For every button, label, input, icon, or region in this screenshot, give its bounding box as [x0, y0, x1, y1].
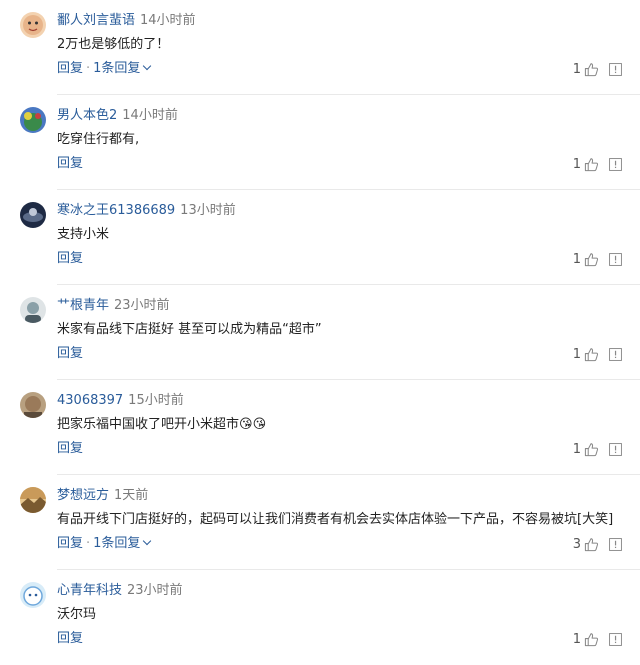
timestamp: 14小时前 [122, 108, 178, 123]
comment-header: 男人本色2 14小时前 [57, 107, 178, 125]
thumbs-up-icon[interactable] [584, 252, 599, 267]
comment-text: 2万也是够低的了！ [57, 37, 170, 52]
username[interactable]: 鄱人刘言蜚语 [57, 13, 135, 28]
report-icon[interactable] [609, 157, 622, 171]
like-count: 1 [572, 346, 581, 362]
comment-header: 心青年科技 23小时前 [57, 582, 183, 600]
report-icon[interactable] [609, 62, 622, 76]
avatar[interactable] [20, 392, 46, 418]
report-icon[interactable] [609, 632, 622, 646]
comment-tools: 1 [573, 250, 622, 268]
report-icon[interactable] [609, 252, 622, 266]
username[interactable]: 男人本色2 [57, 108, 117, 123]
username[interactable]: 43068397 [57, 393, 123, 408]
emoji-kiss: 😘😘 [239, 417, 267, 432]
chevron-down-icon [143, 536, 152, 546]
comment-tools: 1 [573, 155, 622, 173]
username[interactable]: 梦想远方 [57, 488, 109, 503]
comment-text: 吃穿住行都有, [57, 132, 140, 147]
comment-actions: 回复 [57, 250, 83, 268]
comment-text: 沃尔玛 [57, 607, 97, 622]
comment-text: 把家乐福中国收了吧开小米超市 [57, 417, 240, 432]
comment-actions: 回复 [57, 630, 83, 648]
comment-list: 鄱人刘言蜚语 14小时前 2万也是够低的了！ 回复 · 1条回复 1 男人本色2 14小… [0, 0, 640, 657]
timestamp: 23小时前 [127, 583, 183, 598]
username[interactable]: 艹根青年 [57, 298, 109, 313]
reply-button[interactable]: 回复 [57, 61, 83, 76]
comment-item: 寒冰之王61386689 13小时前 支持小米 回复 1 [0, 190, 640, 285]
reply-button[interactable]: 回复 [57, 346, 83, 361]
comment-tools: 1 [573, 440, 622, 458]
comment-tools: 1 [573, 630, 622, 648]
thumbs-up-icon[interactable] [584, 157, 599, 172]
username[interactable]: 寒冰之王61386689 [57, 203, 175, 218]
comment-item: 心青年科技 23小时前 沃尔玛 回复 1 [0, 570, 640, 665]
avatar[interactable] [20, 582, 46, 608]
replies-count-label: 1条回复 [93, 536, 141, 551]
like-count: 1 [572, 251, 581, 267]
like-count: 1 [572, 156, 581, 172]
avatar[interactable] [20, 202, 46, 228]
comment-item: 艹根青年 23小时前 米家有品线下店挺好 甚至可以成为精品“超市” 回复 1 [0, 285, 640, 380]
comment-text: 米家有品线下店挺好 甚至可以成为精品“超市” [57, 322, 322, 337]
report-icon[interactable] [609, 442, 622, 456]
like-count: 1 [572, 631, 581, 647]
thumbs-up-icon[interactable] [584, 347, 599, 362]
separator-dot: · [86, 536, 91, 551]
comment-text-row: 把家乐福中国收了吧开小米超市😘😘 [57, 415, 266, 435]
comment-actions: 回复 · 1条回复 [57, 535, 152, 553]
timestamp: 15小时前 [128, 393, 184, 408]
comment-header: 43068397 15小时前 [57, 392, 184, 410]
comment-header: 艹根青年 23小时前 [57, 297, 170, 315]
timestamp: 13小时前 [180, 203, 236, 218]
thumbs-up-icon[interactable] [584, 537, 599, 552]
thumbs-up-icon[interactable] [584, 442, 599, 457]
thumbs-up-icon[interactable] [584, 632, 599, 647]
username[interactable]: 心青年科技 [57, 583, 122, 598]
comment-header: 梦想远方 1天前 [57, 487, 148, 505]
replies-count-label: 1条回复 [93, 61, 141, 76]
comment-tools: 1 [573, 345, 622, 363]
reply-button[interactable]: 回复 [57, 631, 83, 646]
like-count: 1 [572, 61, 581, 77]
avatar[interactable] [20, 107, 46, 133]
comment-text: 支持小米 [57, 227, 110, 242]
avatar[interactable] [20, 487, 46, 513]
avatar[interactable] [20, 297, 46, 323]
comment-actions: 回复 [57, 440, 83, 458]
timestamp: 1天前 [114, 488, 149, 503]
separator-dot: · [86, 61, 91, 76]
like-count: 3 [572, 536, 581, 552]
like-count: 1 [572, 441, 581, 457]
view-replies-button[interactable]: 1条回复 [93, 536, 152, 551]
comment-item: 鄱人刘言蜚语 14小时前 2万也是够低的了！ 回复 · 1条回复 1 [0, 0, 640, 95]
comment-header: 鄱人刘言蜚语 14小时前 [57, 12, 196, 30]
report-icon[interactable] [609, 537, 622, 551]
avatar[interactable] [20, 12, 46, 38]
comment-item: 梦想远方 1天前 有品开线下门店挺好的，起码可以让我们消费者有机会去实体店体验一下… [0, 475, 640, 570]
view-replies-button[interactable]: 1条回复 [93, 61, 152, 76]
reply-button[interactable]: 回复 [57, 536, 83, 551]
comment-item: 男人本色2 14小时前 吃穿住行都有, 回复 1 [0, 95, 640, 190]
comment-actions: 回复 [57, 155, 83, 173]
comment-tools: 1 [573, 60, 622, 78]
reply-button[interactable]: 回复 [57, 441, 83, 456]
timestamp: 23小时前 [114, 298, 170, 313]
comment-actions: 回复 · 1条回复 [57, 60, 152, 78]
reply-button[interactable]: 回复 [57, 156, 83, 171]
comment-actions: 回复 [57, 345, 83, 363]
comment-item: 43068397 15小时前 把家乐福中国收了吧开小米超市😘😘 回复 1 [0, 380, 640, 475]
comment-tools: 3 [573, 535, 622, 553]
timestamp: 14小时前 [140, 13, 196, 28]
thumbs-up-icon[interactable] [584, 62, 599, 77]
comment-text: 有品开线下门店挺好的，起码可以让我们消费者有机会去实体店体验一下产品，不容易被坑… [57, 512, 614, 527]
reply-button[interactable]: 回复 [57, 251, 83, 266]
chevron-down-icon [143, 61, 152, 71]
report-icon[interactable] [609, 347, 622, 361]
comment-header: 寒冰之王61386689 13小时前 [57, 202, 236, 220]
